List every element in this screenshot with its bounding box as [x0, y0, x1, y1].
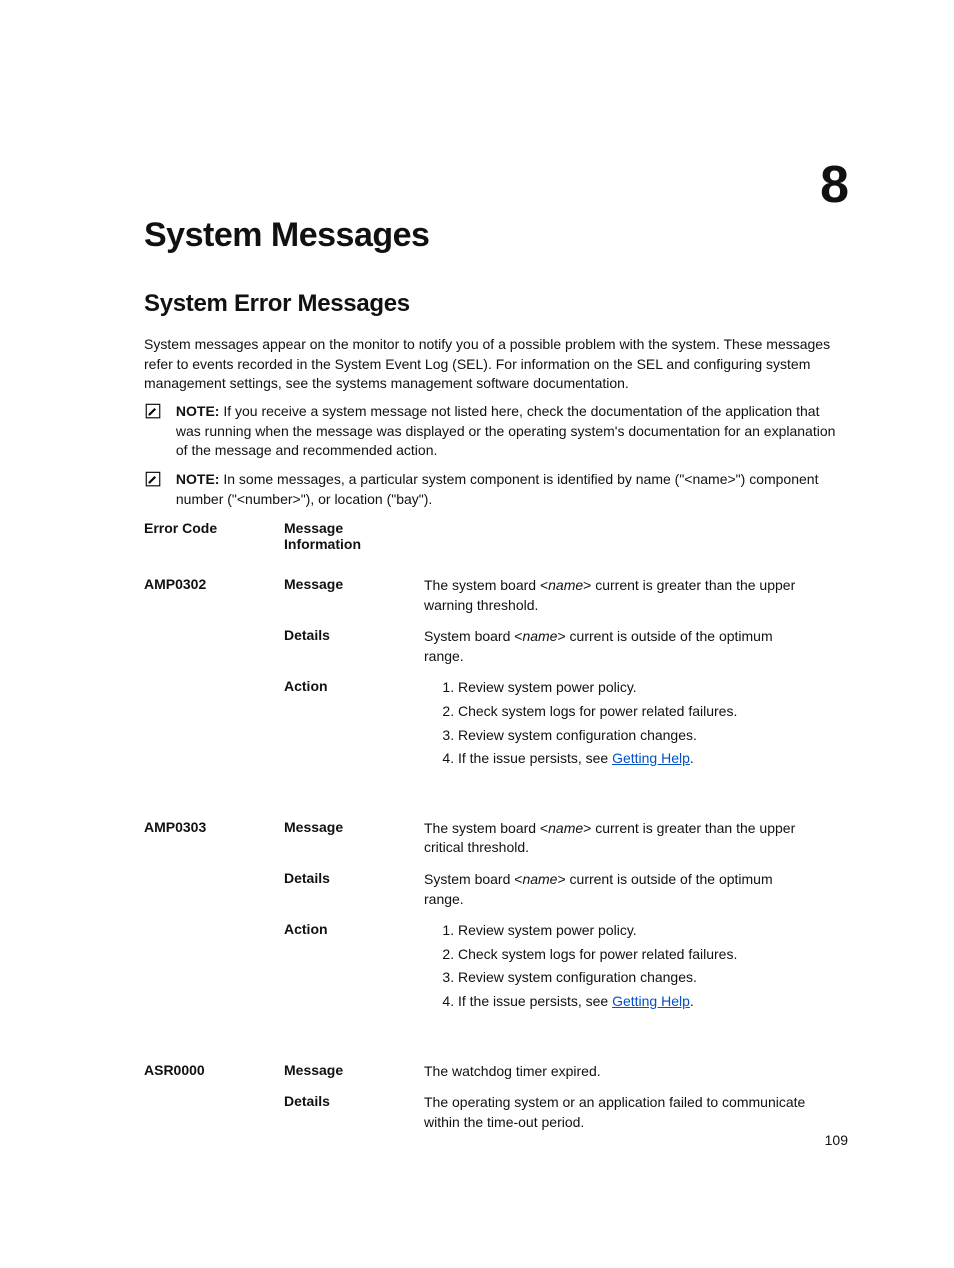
- error-table: Error Code Message Information AMP0302 M…: [144, 520, 848, 1144]
- error-code: ASR0000: [144, 1062, 284, 1078]
- list-item: Review system power policy.: [458, 678, 814, 702]
- note-block: NOTE: In some messages, a particular sys…: [144, 470, 848, 509]
- col-header-message-info: Message Information: [284, 520, 424, 552]
- placeholder-name: name: [548, 820, 583, 836]
- list-item: If the issue persists, see Getting Help.: [458, 992, 814, 1016]
- chapter-number: 8: [820, 155, 848, 215]
- text: .: [690, 750, 694, 766]
- label-message: Message: [284, 1062, 424, 1078]
- list-item: Review system power policy.: [458, 921, 814, 945]
- text: System board <: [424, 628, 522, 644]
- list-item: Review system configuration changes.: [458, 968, 814, 992]
- list-item: Review system configuration changes.: [458, 726, 814, 750]
- list-item: If the issue persists, see Getting Help.: [458, 749, 814, 773]
- list-item: Check system logs for power related fail…: [458, 945, 814, 969]
- action-steps: Review system power policy. Check system…: [424, 921, 814, 1015]
- intro-paragraph: System messages appear on the monitor to…: [144, 335, 848, 394]
- label-details: Details: [284, 870, 424, 886]
- text: The system board <: [424, 577, 548, 593]
- list-item: Check system logs for power related fail…: [458, 702, 814, 726]
- note-text: In some messages, a particular system co…: [176, 471, 819, 507]
- details-text: System board <name> current is outside o…: [424, 870, 814, 909]
- table-row: AMP0302 Message The system board <name> …: [144, 566, 848, 785]
- message-text: The system board <name> current is great…: [424, 576, 814, 615]
- table-row: ASR0000 Message The watchdog timer expir…: [144, 1052, 848, 1145]
- message-text: The watchdog timer expired.: [424, 1062, 814, 1082]
- text: System board <: [424, 871, 522, 887]
- table-row: AMP0303 Message The system board <name> …: [144, 809, 848, 1028]
- placeholder-name: name: [522, 628, 557, 644]
- placeholder-name: name: [548, 577, 583, 593]
- section-heading: System Error Messages: [144, 290, 410, 318]
- error-code: AMP0303: [144, 819, 284, 835]
- note-label: NOTE:: [176, 471, 220, 487]
- message-text: The system board <name> current is great…: [424, 819, 814, 858]
- getting-help-link[interactable]: Getting Help: [612, 750, 690, 766]
- note-icon: [144, 470, 164, 494]
- label-action: Action: [284, 678, 424, 694]
- text: The system board <: [424, 820, 548, 836]
- label-details: Details: [284, 1093, 424, 1109]
- action-steps: Review system power policy. Check system…: [424, 678, 814, 772]
- page-title: System Messages: [144, 216, 429, 255]
- placeholder-name: name: [522, 871, 557, 887]
- label-message: Message: [284, 576, 424, 592]
- error-code: AMP0302: [144, 576, 284, 592]
- text: .: [690, 993, 694, 1009]
- page-number: 109: [825, 1132, 848, 1148]
- text: If the issue persists, see: [458, 993, 612, 1009]
- label-message: Message: [284, 819, 424, 835]
- note-icon: [144, 402, 164, 426]
- note-text: If you receive a system message not list…: [176, 403, 836, 458]
- text: If the issue persists, see: [458, 750, 612, 766]
- label-details: Details: [284, 627, 424, 643]
- note-label: NOTE:: [176, 403, 220, 419]
- getting-help-link[interactable]: Getting Help: [612, 993, 690, 1009]
- details-text: The operating system or an application f…: [424, 1093, 814, 1132]
- col-header-error-code: Error Code: [144, 520, 284, 552]
- details-text: System board <name> current is outside o…: [424, 627, 814, 666]
- label-action: Action: [284, 921, 424, 937]
- note-block: NOTE: If you receive a system message no…: [144, 402, 848, 461]
